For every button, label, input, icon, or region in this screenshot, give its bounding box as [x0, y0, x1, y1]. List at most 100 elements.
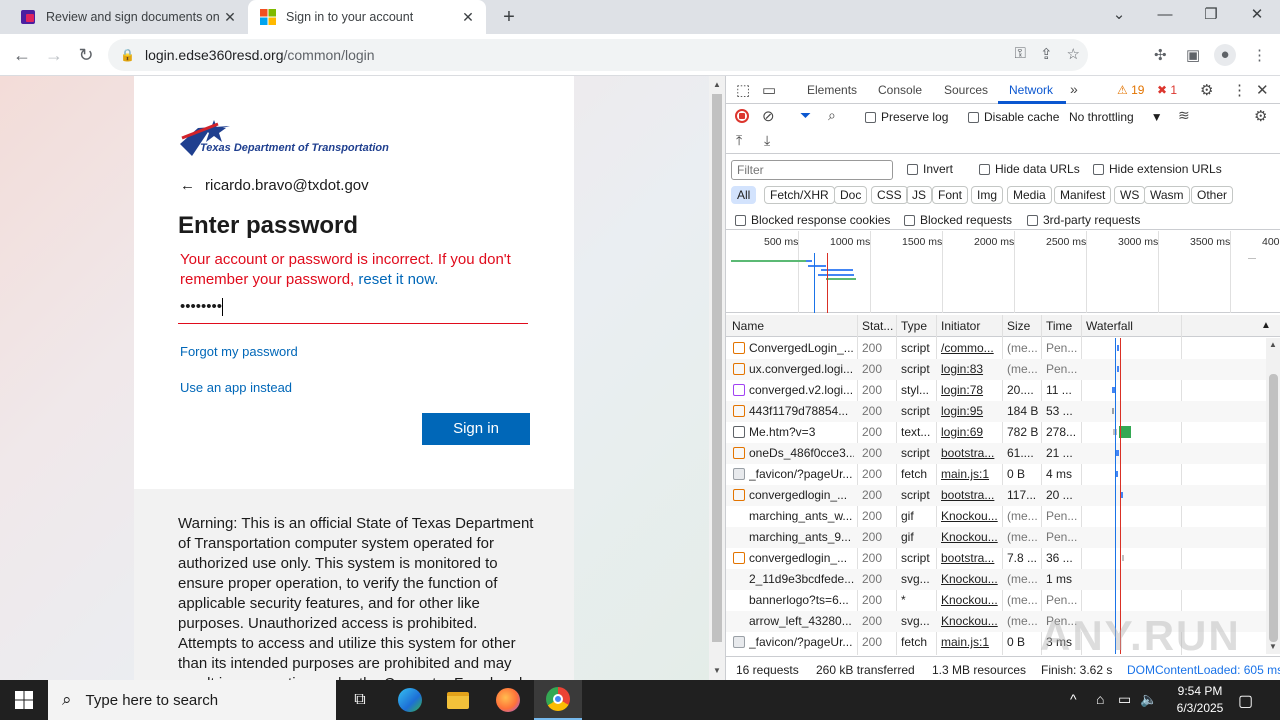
clear-icon[interactable]: ⊘ — [762, 107, 775, 125]
filter-input[interactable]: Filter — [731, 160, 893, 180]
type-filter-font[interactable]: Font — [932, 186, 969, 204]
hide-extension-urls-checkbox[interactable]: Hide extension URLs — [1093, 162, 1222, 176]
tab-docusign[interactable]: Review and sign documents on D ✕ — [8, 0, 248, 34]
close-tab-icon[interactable]: ✕ — [220, 9, 240, 26]
checkbox-box[interactable] — [1027, 214, 1038, 226]
request-row[interactable]: convergedlogin_... 200 script bootstra... 11… — [726, 485, 1266, 506]
tray-device-icon[interactable]: ⌂ — [1096, 691, 1104, 707]
identity-back[interactable]: ← ricardo.bravo@txdot.gov — [180, 177, 369, 194]
bookmark-star-icon[interactable]: ☆ — [1067, 45, 1080, 63]
column-name[interactable]: Name — [732, 319, 764, 333]
cell-initiator[interactable]: bootstra... — [941, 488, 999, 502]
cell-initiator[interactable]: main.js:1 — [941, 467, 999, 481]
forgot-password-link[interactable]: Forgot my password — [180, 344, 298, 359]
checkbox-box[interactable] — [865, 111, 876, 123]
request-row[interactable]: 443f1179d78854... 200 script login:95 184 B 5… — [726, 401, 1266, 422]
request-row[interactable]: ux.converged.logi... 200 script login:83 (me… — [726, 359, 1266, 380]
invert-checkbox[interactable]: Invert — [907, 162, 953, 176]
blocked-cookies-checkbox[interactable]: Blocked response cookies — [735, 213, 890, 227]
password-input[interactable]: •••••••• — [178, 296, 528, 324]
new-tab-button[interactable]: + — [498, 6, 520, 29]
checkbox-box[interactable] — [735, 214, 746, 226]
type-filter-other[interactable]: Other — [1191, 186, 1234, 204]
chrome-taskbar-icon[interactable] — [534, 680, 582, 720]
windows-start-icon[interactable] — [0, 680, 48, 720]
notification-icon[interactable]: ▢ — [1238, 691, 1253, 711]
scroll-up-icon[interactable]: ▲ — [1269, 340, 1277, 349]
tab-sources[interactable]: Sources — [944, 83, 988, 97]
cell-initiator[interactable]: login:83 — [941, 362, 999, 376]
type-filter-css[interactable]: CSS — [871, 186, 908, 204]
checkbox-box[interactable] — [907, 163, 918, 175]
type-filter-fetch[interactable]: Fetch/XHR — [764, 186, 835, 204]
request-row[interactable]: convergedlogin_... 200 script bootstra... 7.… — [726, 548, 1266, 569]
cell-initiator[interactable]: Knockou... — [941, 572, 999, 586]
tray-overflow-icon[interactable]: ^ — [1070, 691, 1077, 707]
chrome-menu-icon[interactable]: ⋮ — [1252, 46, 1267, 64]
export-har-icon[interactable]: ⤓ — [764, 132, 770, 149]
warning-count[interactable]: ⚠ 19 — [1117, 83, 1144, 97]
throttling-select[interactable]: No throttling ▼ — [1069, 110, 1163, 124]
column-time[interactable]: Time — [1046, 319, 1072, 333]
network-settings-icon[interactable]: ⚙ — [1254, 107, 1267, 125]
request-row[interactable]: oneDs_486f0cce3... 200 script bootstra... 61… — [726, 443, 1266, 464]
search-icon[interactable]: ⌕ — [828, 107, 836, 124]
lock-icon[interactable]: 🔒 — [120, 48, 135, 62]
blocked-requests-checkbox[interactable]: Blocked requests — [904, 213, 1012, 227]
scrollbar-thumb[interactable] — [712, 94, 722, 642]
column-status[interactable]: Stat... — [862, 319, 893, 333]
cell-initiator[interactable]: Knockou... — [941, 509, 999, 523]
back-arrow-icon[interactable]: ← — [180, 177, 195, 194]
request-row[interactable]: _favicon/?pageUr... 200 fetch main.js:1 0 B 4… — [726, 464, 1266, 485]
checkbox-box[interactable] — [968, 111, 979, 123]
checkbox-box[interactable] — [1093, 163, 1104, 175]
cell-initiator[interactable]: main.js:1 — [941, 635, 999, 649]
devtools-menu-icon[interactable]: ⋮ — [1232, 81, 1247, 99]
inspect-element-icon[interactable]: ⬚ — [736, 81, 750, 99]
scroll-up-icon[interactable]: ▲ — [713, 80, 721, 89]
request-row[interactable]: converged.v2.logi... 200 styl... login:78 20… — [726, 380, 1266, 401]
cell-initiator[interactable]: Knockou... — [941, 593, 999, 607]
network-overview-timeline[interactable]: 500 ms 1000 ms 1500 ms 2000 ms 2500 ms 3… — [726, 231, 1280, 313]
volume-icon[interactable]: 🔈 — [1140, 691, 1157, 708]
type-filter-img[interactable]: Img — [971, 186, 1004, 204]
edge-icon[interactable] — [386, 680, 434, 720]
preserve-log-checkbox[interactable]: Preserve log — [865, 110, 948, 124]
column-type[interactable]: Type — [901, 319, 927, 333]
cell-initiator[interactable]: /commo... — [941, 341, 999, 355]
network-conditions-icon[interactable]: ≋ — [1178, 107, 1190, 124]
extensions-icon[interactable]: ✣ — [1154, 46, 1167, 64]
cell-initiator[interactable]: login:95 — [941, 404, 999, 418]
file-explorer-icon[interactable] — [434, 680, 482, 720]
address-bar[interactable]: 🔒 login.edse360resd.org/common/login ⚿ ⇪… — [108, 39, 1088, 71]
firefox-icon[interactable] — [484, 680, 532, 720]
close-tab-icon[interactable]: ✕ — [458, 9, 478, 26]
minimize-icon[interactable]: — — [1142, 0, 1188, 34]
disable-cache-checkbox[interactable]: Disable cache — [968, 110, 1059, 124]
request-row[interactable]: marching_ants_9... 200 gif Knockou... (me...… — [726, 527, 1266, 548]
type-filter-media[interactable]: Media — [1007, 186, 1052, 204]
type-filter-all[interactable]: All — [731, 186, 757, 204]
cell-initiator[interactable]: Knockou... — [941, 614, 999, 628]
restore-icon[interactable]: ❐ — [1188, 0, 1234, 34]
checkbox-box[interactable] — [979, 163, 990, 175]
import-har-icon[interactable]: ⤒ — [736, 132, 742, 149]
tab-search-icon[interactable]: ⌄ — [1096, 0, 1142, 34]
third-party-checkbox[interactable]: 3rd-party requests — [1027, 213, 1140, 227]
use-app-link[interactable]: Use an app instead — [180, 380, 292, 395]
close-window-icon[interactable]: ✕ — [1234, 0, 1280, 34]
sort-up-icon[interactable]: ▲ — [1261, 320, 1271, 331]
request-row[interactable]: 2_11d9e3bcdfede... 200 svg... Knockou... (me… — [726, 569, 1266, 590]
type-filter-ws[interactable]: WS — [1114, 186, 1146, 204]
profile-avatar-icon[interactable]: ● — [1214, 44, 1236, 66]
column-initiator[interactable]: Initiator — [941, 319, 980, 333]
scrollbar-thumb[interactable] — [1269, 374, 1278, 642]
request-row[interactable]: bannerlogo?ts=6... 200 * Knockou... (me... Pe… — [726, 590, 1266, 611]
cell-initiator[interactable]: login:69 — [941, 425, 999, 439]
share-icon[interactable]: ⇪ — [1040, 45, 1053, 63]
type-filter-js[interactable]: JS — [906, 186, 933, 204]
type-filter-manifest[interactable]: Manifest — [1054, 186, 1112, 204]
cell-initiator[interactable]: Knockou... — [941, 530, 999, 544]
device-toolbar-icon[interactable]: ▭ — [762, 81, 776, 99]
type-filter-wasm[interactable]: Wasm — [1144, 186, 1190, 204]
